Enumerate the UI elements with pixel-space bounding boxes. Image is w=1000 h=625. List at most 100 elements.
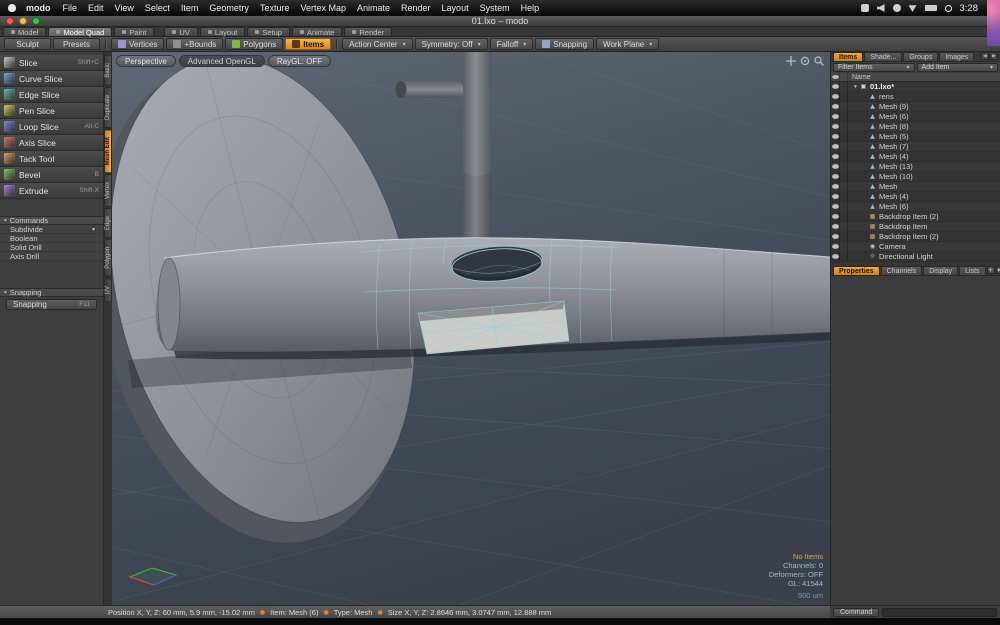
item-row-mesh-9[interactable]: ▲ Mesh (9) (831, 102, 1000, 112)
snapping-section-header[interactable]: ▾ Snapping (0, 288, 103, 297)
snapping-toggle[interactable]: Snapping (535, 38, 595, 50)
volume-icon[interactable] (876, 4, 885, 12)
layout-tab-model-quad[interactable]: Model Quad (48, 27, 113, 37)
category-tab-polygon[interactable]: Polygon (104, 239, 112, 277)
eye-icon[interactable] (831, 94, 839, 99)
panel-tab-channels[interactable]: Channels (880, 266, 923, 275)
menu-system[interactable]: System (480, 3, 510, 13)
menubar-app-name[interactable]: modo (26, 3, 51, 13)
filter-items-dropdown[interactable]: Filter Items ▾ (833, 63, 915, 72)
menu-animate[interactable]: Animate (357, 3, 390, 13)
falloff-dropdown[interactable]: Falloff ▾ (489, 38, 534, 50)
menu-texture[interactable]: Texture (260, 3, 290, 13)
menu-edit[interactable]: Edit (88, 3, 104, 13)
panel-tab-display[interactable]: Display (923, 266, 959, 275)
menu-view[interactable]: View (115, 3, 134, 13)
panel-tab-shade[interactable]: Shade... (864, 52, 903, 61)
item-row-mesh-4[interactable]: ▲ Mesh (4) (831, 152, 1000, 162)
add-tab-icon[interactable]: + (986, 266, 995, 274)
tool-axis-slice[interactable]: Axis Slice (0, 135, 103, 151)
eye-icon[interactable] (831, 124, 839, 129)
eye-icon[interactable] (831, 134, 839, 139)
category-tab-uv[interactable]: UV (104, 277, 112, 303)
window-titlebar[interactable]: 01.lxo – modo (0, 16, 1000, 27)
item-row-mesh-5[interactable]: ▲ Mesh (5) (831, 132, 1000, 142)
battery-icon[interactable] (924, 5, 937, 11)
presets-button[interactable]: Presets (53, 38, 100, 50)
item-row-camera[interactable]: ◉ Camera (831, 242, 1000, 252)
action-center-dropdown[interactable]: Action Center ▾ (342, 38, 413, 50)
command-button[interactable]: Command (833, 607, 880, 617)
tool-slice[interactable]: Slice Shift+C (0, 55, 103, 71)
eye-icon[interactable] (831, 154, 839, 159)
shading-mode-button[interactable]: Advanced OpenGL (178, 55, 265, 67)
item-row-mesh[interactable]: ▲ Mesh (831, 182, 1000, 192)
mode-bounds[interactable]: +Bounds (166, 38, 224, 50)
tool-bevel[interactable]: Bevel B (0, 167, 103, 183)
tool-tack-tool[interactable]: Tack Tool (0, 151, 103, 167)
wifi-icon[interactable] (908, 5, 917, 12)
menu-geometry[interactable]: Geometry (209, 3, 249, 13)
eye-icon[interactable] (831, 184, 839, 189)
menu-render[interactable]: Render (401, 3, 431, 13)
layout-tab-setup[interactable]: Setup (247, 27, 290, 37)
layout-tab-uv[interactable]: UV (164, 27, 198, 37)
command-axis-drill[interactable]: Axis Drill (0, 252, 103, 261)
eye-icon[interactable] (831, 254, 839, 259)
close-button[interactable] (6, 17, 14, 25)
expand-icon[interactable]: ▾ (852, 84, 859, 90)
eye-icon[interactable] (831, 84, 839, 89)
tool-pen-slice[interactable]: Pen Slice (0, 103, 103, 119)
bluetooth-icon[interactable] (892, 4, 901, 12)
apple-menu-icon[interactable] (8, 4, 16, 12)
menubar-clock[interactable]: 3:28 (960, 3, 979, 14)
add-item-dropdown[interactable]: Add Item ▾ (916, 63, 998, 72)
view-type-button[interactable]: Perspective (116, 55, 176, 67)
layout-tab-model[interactable]: Model (3, 27, 47, 37)
item-row-rens[interactable]: ▲ rens (831, 92, 1000, 102)
menu-help[interactable]: Help (521, 3, 540, 13)
minimize-button[interactable] (19, 17, 27, 25)
layout-tab-render[interactable]: Render (344, 27, 393, 37)
panel-tab-lists[interactable]: Lists (959, 266, 986, 275)
item-row-mesh-6[interactable]: ▲ Mesh (6) (831, 112, 1000, 122)
eye-icon[interactable] (831, 214, 839, 219)
item-row-mesh-8[interactable]: ▲ Mesh (8) (831, 122, 1000, 132)
pan-icon[interactable] (786, 56, 796, 66)
menu-file[interactable]: File (63, 3, 78, 13)
eye-icon[interactable] (831, 234, 839, 239)
viewport-3d[interactable]: Perspective Advanced OpenGL RayGL: OFF N… (112, 52, 830, 605)
panel-tab-images[interactable]: Images (939, 52, 975, 61)
panel-tab-items[interactable]: Items (833, 52, 864, 61)
panel-tab-groups[interactable]: Groups (903, 52, 939, 61)
scroll-left-icon[interactable]: ◀ (981, 52, 989, 60)
spotlight-icon[interactable] (944, 4, 952, 12)
mode-vertices[interactable]: Vertices (111, 38, 165, 50)
zoom-icon[interactable] (814, 56, 824, 66)
mode-items[interactable]: Items (285, 38, 332, 50)
tool-curve-slice[interactable]: Curve Slice (0, 71, 103, 87)
lock-column-header[interactable] (840, 73, 848, 81)
item-row-backdrop-item[interactable]: ▦ Backdrop Item (831, 222, 1000, 232)
tool-extrude[interactable]: Extrude Shift-X (0, 183, 103, 199)
name-column-header[interactable]: Name (848, 74, 871, 81)
item-row-directional-light[interactable]: ☼ Directional Light (831, 252, 1000, 262)
eye-icon[interactable] (831, 144, 839, 149)
tool-loop-slice[interactable]: Loop Slice Alt-C (0, 119, 103, 135)
eye-icon[interactable] (831, 244, 839, 249)
item-row-mesh-7[interactable]: ▲ Mesh (7) (831, 142, 1000, 152)
panel-tab-properties[interactable]: Properties (833, 266, 880, 275)
category-tab-edge[interactable]: Edge (104, 208, 112, 239)
menu-item[interactable]: Item (181, 3, 199, 13)
menu-layout[interactable]: Layout (442, 3, 469, 13)
orbit-icon[interactable] (800, 56, 810, 66)
category-tab-basic[interactable]: Basic (104, 55, 112, 86)
eye-icon[interactable] (831, 194, 839, 199)
visibility-column-header[interactable] (831, 73, 840, 81)
layout-tab-animate[interactable]: Animate (291, 27, 343, 37)
item-row-backdrop-item-2[interactable]: ▦ Backdrop Item (2) (831, 232, 1000, 242)
menu-select[interactable]: Select (145, 3, 170, 13)
display-icon[interactable] (860, 4, 869, 12)
item-row-mesh-10[interactable]: ▲ Mesh (10) (831, 172, 1000, 182)
eye-icon[interactable] (831, 224, 839, 229)
